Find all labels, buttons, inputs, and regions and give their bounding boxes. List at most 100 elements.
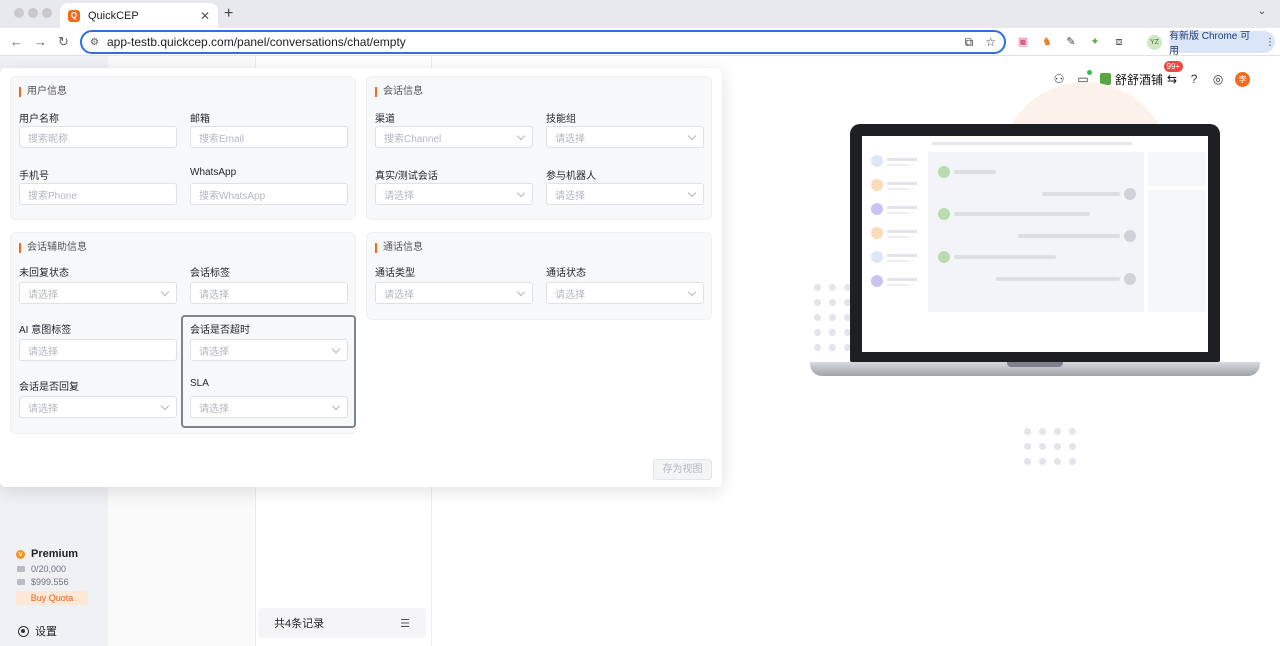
close-window-icon[interactable] <box>14 8 24 18</box>
url-text[interactable]: app-testb.quickcep.com/panel/conversatio… <box>107 35 953 49</box>
dot-grid-left <box>814 284 851 351</box>
profile-avatar[interactable]: YZ <box>1147 35 1162 50</box>
real-test-label: 真实/测试会话 <box>375 171 438 182</box>
wallet-icon <box>17 579 25 585</box>
new-tab-icon[interactable]: + <box>224 5 233 23</box>
quota-balance: $999.556 <box>17 577 69 587</box>
unreplied-placeholder: 请选择 <box>28 289 58 301</box>
install-app-icon[interactable]: ⧉ <box>965 35 974 50</box>
plan-label: v Premium <box>16 548 78 560</box>
user-info-card: 用户信息 用户名称 搜索昵称 邮箱 搜索Email 手机号 搜索Phone Wh… <box>10 76 356 220</box>
filter-panel: 用户信息 用户名称 搜索昵称 邮箱 搜索Email 手机号 搜索Phone Wh… <box>0 68 722 487</box>
tab-close-icon[interactable]: ✕ <box>200 9 210 23</box>
email-placeholder: 搜索Email <box>199 133 245 145</box>
call-type-label: 通话类型 <box>375 268 415 279</box>
session-tag-select[interactable]: 请选择 <box>190 282 348 304</box>
records-footer: 共4条记录 ☰ <box>258 608 426 638</box>
phone-label: 手机号 <box>19 171 49 182</box>
laptop-display <box>862 136 1208 352</box>
settings-nav-item[interactable]: 设置 <box>18 623 57 639</box>
real-test-select[interactable]: 请选择 <box>375 183 533 205</box>
chevron-down-icon <box>687 188 697 197</box>
chevron-down-icon <box>160 401 170 410</box>
unreplied-select[interactable]: 请选择 <box>19 282 177 304</box>
chevron-down-icon <box>687 287 697 296</box>
tab-menu-chevron-icon[interactable]: ⌄ <box>1254 6 1270 22</box>
whatsapp-label: WhatsApp <box>190 167 237 178</box>
call-type-placeholder: 请选择 <box>384 289 414 301</box>
empty-state-illustration <box>810 82 1260 465</box>
back-arrow-icon[interactable]: ← <box>10 34 23 49</box>
save-view-button[interactable]: 存为视图 <box>653 459 712 480</box>
email-input[interactable]: 搜索Email <box>190 126 348 148</box>
channel-label: 渠道 <box>375 114 395 125</box>
chevron-down-icon <box>516 131 526 140</box>
phone-placeholder: 搜索Phone <box>28 190 77 202</box>
unreplied-label: 未回复状态 <box>19 268 69 279</box>
whatsapp-input[interactable]: 搜索WhatsApp <box>190 183 348 205</box>
dot-grid-bottom <box>1024 428 1076 465</box>
channel-select[interactable]: 搜索Channel <box>375 126 533 148</box>
call-info-card: 通话信息 通话类型 请选择 通话状态 请选择 <box>366 232 712 320</box>
bookmark-star-icon[interactable]: ☆ <box>985 35 996 49</box>
bot-label: 参与机器人 <box>546 171 596 182</box>
extension-1-icon[interactable]: ▣ <box>1016 35 1030 49</box>
session-info-card: 会话信息 渠道 搜索Channel 技能组 请选择 真实/测试会话 请选择 参与… <box>366 76 712 220</box>
session-tag-placeholder: 请选择 <box>199 289 229 301</box>
quota-messages-value: 0/20,000 <box>31 564 67 574</box>
extension-3-icon[interactable]: ✦ <box>1088 35 1102 49</box>
ai-tag-select[interactable]: 请选择 <box>19 339 177 361</box>
maximize-window-icon[interactable] <box>42 8 52 18</box>
laptop-notch <box>1007 362 1063 367</box>
extensions-puzzle-icon[interactable]: ⧈ <box>1112 35 1126 49</box>
user-info-title: 用户信息 <box>19 87 67 97</box>
chevron-down-icon <box>516 188 526 197</box>
browser-tab[interactable]: Q QuickCEP ✕ <box>60 3 218 28</box>
phone-input[interactable]: 搜索Phone <box>19 183 177 205</box>
reload-icon[interactable]: ↻ <box>58 34 69 50</box>
call-status-select[interactable]: 请选择 <box>546 282 704 304</box>
bot-select[interactable]: 请选择 <box>546 183 704 205</box>
settings-icon <box>18 625 29 637</box>
call-info-title: 通话信息 <box>375 243 423 253</box>
site-settings-icon[interactable]: ⚙ <box>90 37 99 48</box>
buy-quota-button[interactable]: Buy Quota <box>16 591 88 605</box>
user-name-placeholder: 搜索昵称 <box>28 133 68 145</box>
chrome-update-button[interactable]: 有新版 Chrome 可用 ⋮ <box>1169 31 1275 57</box>
ai-tag-placeholder: 请选择 <box>28 346 58 358</box>
chevron-down-icon <box>516 287 526 296</box>
chevron-down-icon <box>687 131 697 140</box>
user-name-input[interactable]: 搜索昵称 <box>19 126 177 148</box>
minimize-window-icon[interactable] <box>28 8 38 18</box>
whatsapp-placeholder: 搜索WhatsApp <box>199 190 266 202</box>
online-status-dot <box>1087 70 1092 75</box>
chevron-down-icon <box>160 287 170 296</box>
session-tag-label: 会话标签 <box>190 268 230 279</box>
replied-label: 会话是否回复 <box>19 382 79 393</box>
quota-messages: 0/20,000 <box>17 564 66 574</box>
replied-placeholder: 请选择 <box>28 403 58 415</box>
email-label: 邮箱 <box>190 114 210 125</box>
user-name-label: 用户名称 <box>19 114 59 125</box>
plan-name: Premium <box>31 548 79 560</box>
mail-icon <box>17 566 25 572</box>
extension-2-icon[interactable]: ♞ <box>1040 35 1054 49</box>
assist-info-title: 会话辅助信息 <box>19 243 87 253</box>
laptop-screen <box>850 124 1220 362</box>
browser-toolbar: ← → ↻ ⚙ app-testb.quickcep.com/panel/con… <box>0 28 1280 57</box>
skill-group-placeholder: 请选择 <box>555 133 585 145</box>
notification-badge: 99+ <box>1163 60 1184 72</box>
skill-group-select[interactable]: 请选择 <box>546 126 704 148</box>
premium-badge-icon: v <box>16 549 25 559</box>
forward-arrow-icon[interactable]: → <box>34 34 47 49</box>
bot-placeholder: 请选择 <box>555 190 585 202</box>
ai-tag-label: AI 意图标签 <box>19 325 72 336</box>
call-type-select[interactable]: 请选择 <box>375 282 533 304</box>
extension-pen-icon[interactable]: ✎ <box>1064 35 1078 49</box>
address-bar[interactable]: ⚙ app-testb.quickcep.com/panel/conversat… <box>80 30 1006 54</box>
replied-select[interactable]: 请选择 <box>19 396 177 418</box>
browser-tabbar: Q QuickCEP ✕ + ⌄ <box>0 0 1280 28</box>
focus-highlight-box <box>181 315 356 428</box>
quota-balance-value: $999.556 <box>31 577 69 587</box>
list-view-icon[interactable]: ☰ <box>400 617 410 630</box>
